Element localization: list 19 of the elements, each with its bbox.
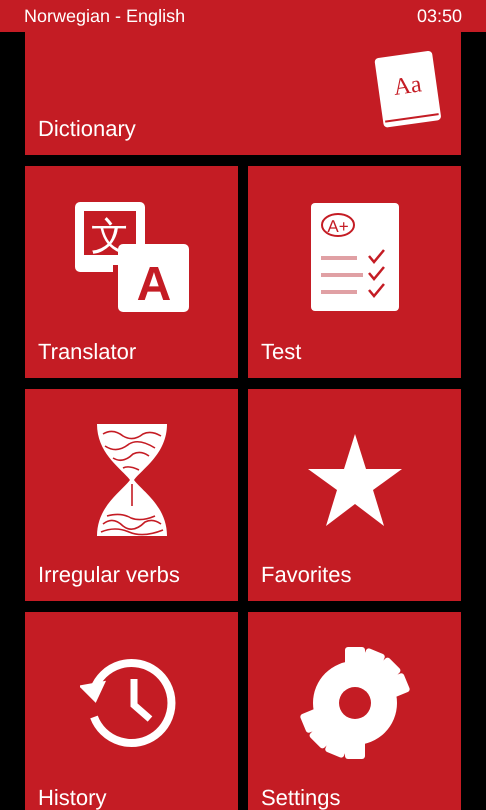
tile-label: Test: [261, 339, 302, 365]
tile-label: Irregular verbs: [38, 562, 180, 588]
verbs-tile[interactable]: Irregular verbs: [25, 389, 238, 601]
app-title: Norwegian - English: [24, 6, 186, 26]
tile-label: Favorites: [261, 562, 352, 588]
favorites-tile[interactable]: Favorites: [248, 389, 461, 601]
hourglass-icon: [96, 424, 166, 536]
test-tile[interactable]: A+ Test: [248, 166, 461, 378]
tile-label: History: [38, 785, 106, 810]
tile-label: Translator: [38, 339, 136, 365]
tile-label: Settings: [261, 785, 340, 810]
tile-label: Dictionary: [38, 116, 136, 142]
test-sheet-icon: A+: [310, 202, 398, 310]
history-tile[interactable]: History: [25, 612, 238, 810]
star-icon: [308, 434, 402, 526]
settings-tile[interactable]: Settings: [248, 612, 461, 810]
settings-icon: [298, 646, 410, 758]
clock-time: 03:50: [416, 6, 462, 26]
dictionary-tile[interactable]: Dictionary Aa: [25, 32, 461, 155]
